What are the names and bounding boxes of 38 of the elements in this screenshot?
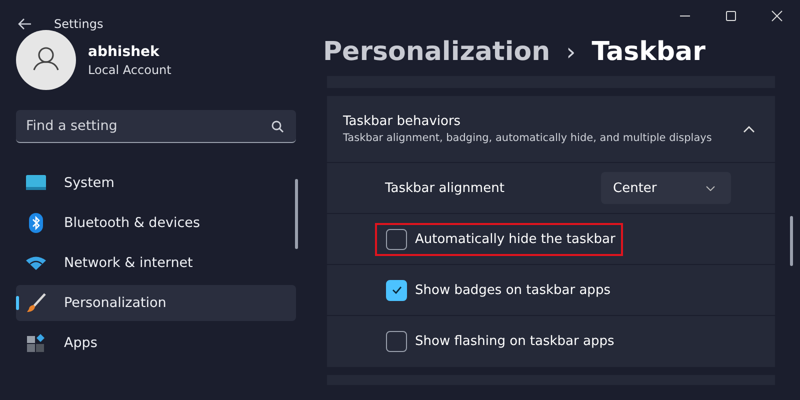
- search-field[interactable]: Find a setting: [16, 110, 296, 143]
- checkbox[interactable]: [386, 228, 407, 250]
- nav-item[interactable]: Network & internet: [16, 245, 296, 281]
- account-type: Local Account: [88, 62, 172, 76]
- bluetooth-icon: [29, 213, 43, 233]
- chevron-down-icon: [706, 186, 715, 190]
- section-header[interactable]: Taskbar behaviors Taskbar alignment, badging, automatically hide, and multiple displays: [327, 96, 775, 163]
- checkbox[interactable]: [386, 280, 407, 300]
- breadcrumb-parent[interactable]: Personalization: [323, 37, 550, 67]
- maximize-icon[interactable]: [725, 10, 737, 22]
- nav-item[interactable]: System: [16, 165, 296, 201]
- scrollbar[interactable]: [790, 216, 793, 266]
- back-arrow-icon[interactable]: [18, 18, 32, 30]
- search-icon: [271, 120, 284, 133]
- checkbox-label[interactable]: Show badges on taskbar apps: [415, 282, 610, 298]
- close-icon[interactable]: [771, 10, 783, 22]
- section-title: Taskbar behaviors: [343, 114, 462, 129]
- page-title: Taskbar: [592, 37, 706, 67]
- checkmark-icon: [392, 286, 402, 294]
- paintbrush-icon: [26, 293, 46, 313]
- checkbox[interactable]: [386, 331, 407, 352]
- scrollbar[interactable]: [295, 179, 298, 249]
- wifi-icon: [26, 256, 46, 270]
- window-title: Settings: [54, 17, 104, 31]
- monitor-icon: [26, 175, 46, 191]
- nav-item[interactable]: Apps: [16, 325, 296, 361]
- avatar-icon: [16, 30, 76, 90]
- checkbox-label[interactable]: Show flashing on taskbar apps: [415, 334, 614, 349]
- checkbox-label[interactable]: Automatically hide the taskbar: [415, 232, 616, 246]
- section-description: Taskbar alignment, badging, automatically hide, and multiple displays: [343, 132, 712, 144]
- nav-item[interactable]: Bluetooth & devices: [16, 205, 296, 241]
- nav-item[interactable]: Personalization: [16, 285, 296, 321]
- apps-icon: [27, 334, 45, 352]
- selection-indicator: [16, 296, 19, 310]
- alignment-dropdown[interactable]: Center: [601, 172, 731, 204]
- user-name: abhishek: [88, 44, 160, 60]
- breadcrumb-separator: ›: [566, 38, 576, 66]
- setting-label: Taskbar alignment: [385, 180, 504, 196]
